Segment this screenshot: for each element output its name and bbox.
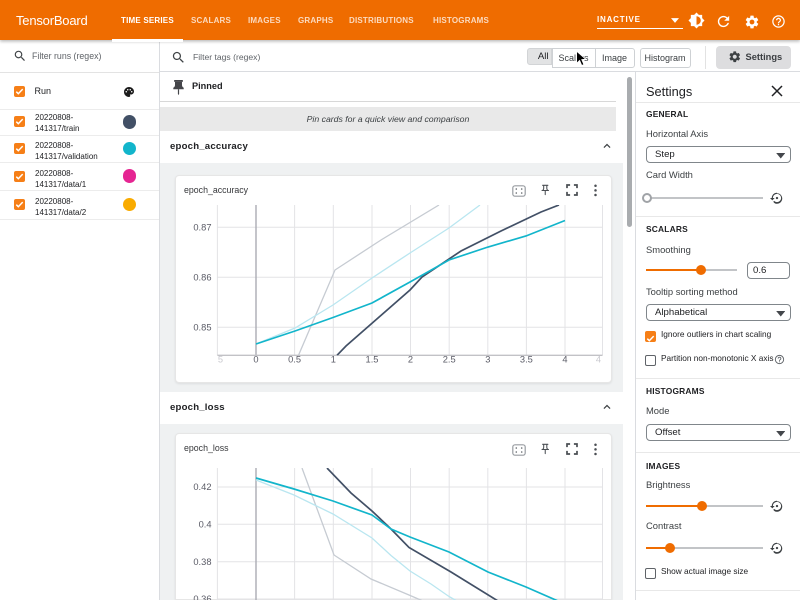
svg-text:0.38: 0.38 <box>193 557 211 567</box>
svg-text:0: 0 <box>253 355 258 365</box>
svg-text:0.42: 0.42 <box>193 482 211 492</box>
svg-text:3: 3 <box>485 355 490 365</box>
svg-text:0.85: 0.85 <box>193 322 211 332</box>
svg-text:1: 1 <box>331 355 336 365</box>
svg-text:4: 4 <box>562 355 567 365</box>
svg-text:0.5: 0.5 <box>288 355 301 365</box>
svg-text:1.5: 1.5 <box>366 355 379 365</box>
svg-text:2.5: 2.5 <box>443 355 456 365</box>
svg-text:0.4: 0.4 <box>199 519 212 529</box>
svg-text:5: 5 <box>218 355 223 365</box>
svg-text:0.36: 0.36 <box>193 594 211 600</box>
svg-text:3.5: 3.5 <box>520 355 533 365</box>
svg-text:0.87: 0.87 <box>193 222 211 232</box>
svg-text:2: 2 <box>408 355 413 365</box>
svg-text:0.86: 0.86 <box>193 272 211 282</box>
svg-text:4: 4 <box>596 355 601 365</box>
